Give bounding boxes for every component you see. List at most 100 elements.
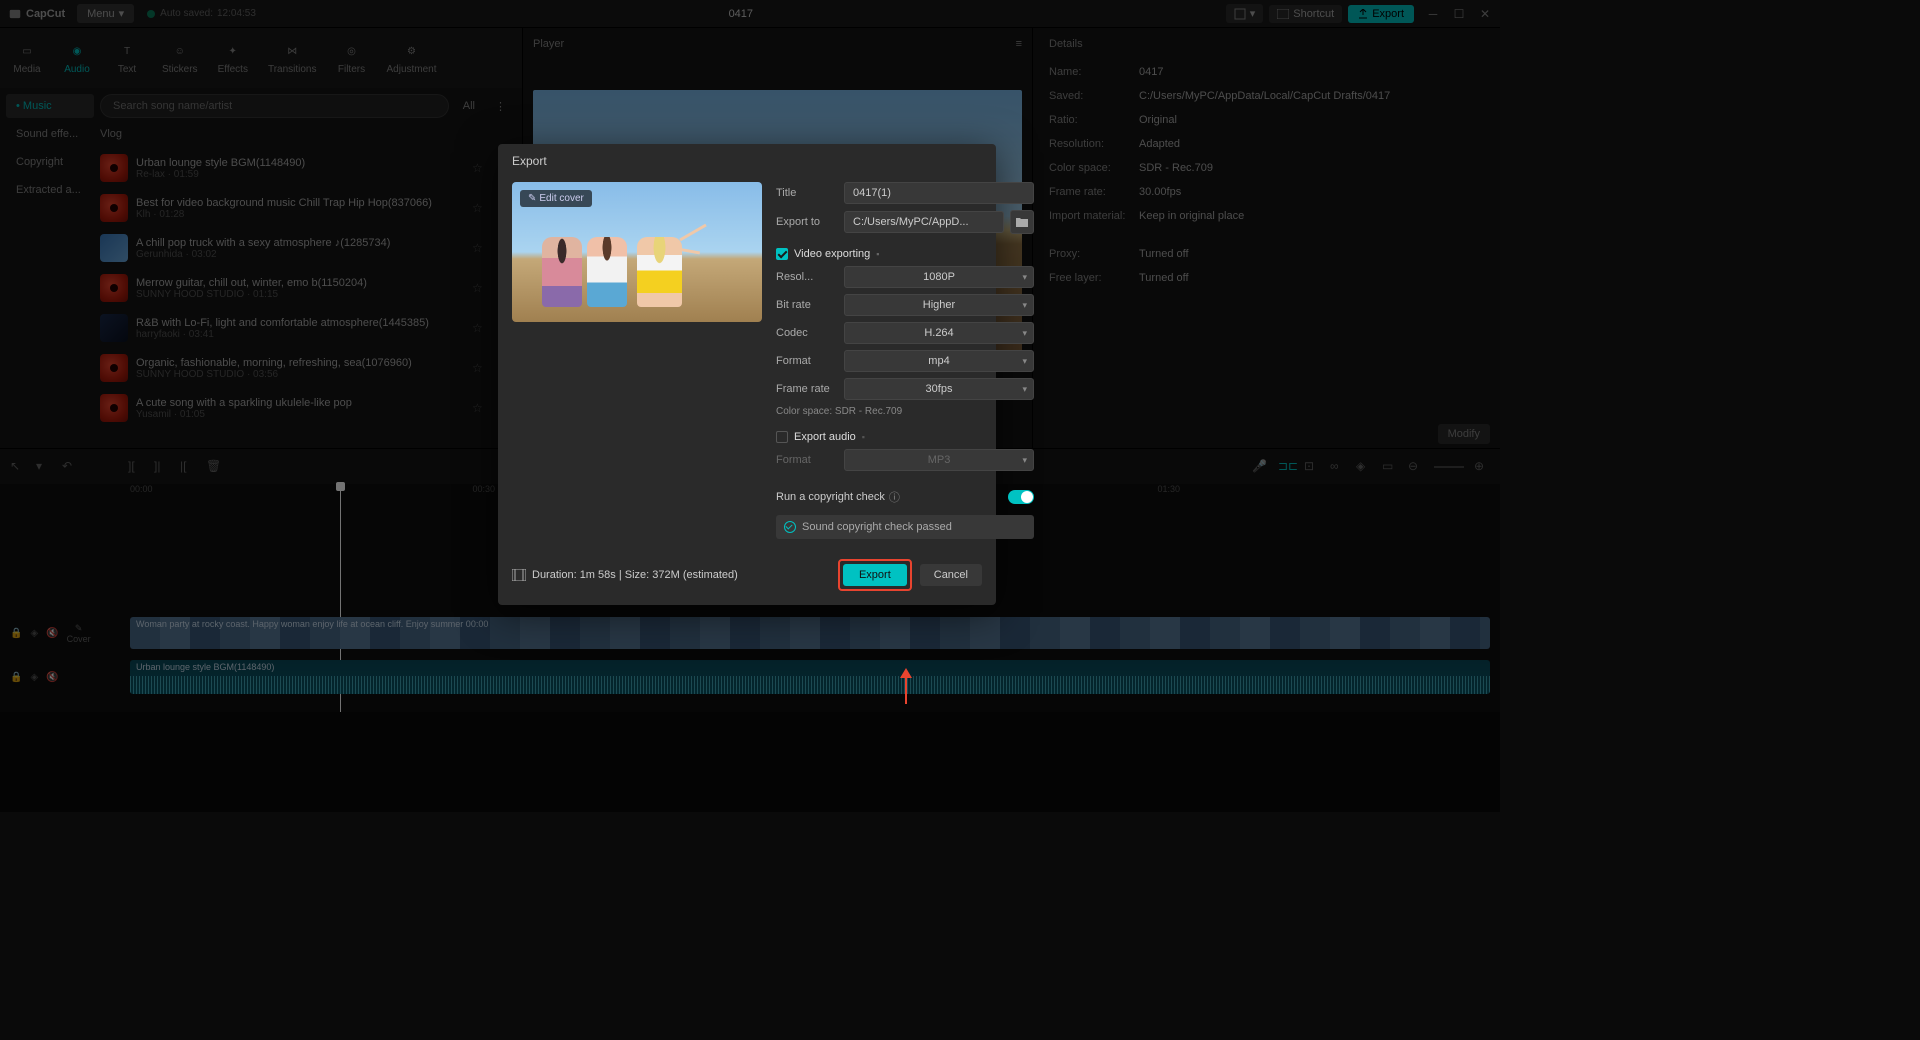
song-item[interactable]: Best for video background music Chill Tr…: [100, 188, 512, 228]
song-item[interactable]: Urban lounge style BGM(1148490)Re-lax · …: [100, 148, 512, 188]
info-icon[interactable]: ⓘ: [889, 489, 900, 505]
dropdown-icon[interactable]: ▾: [36, 459, 52, 475]
title-bar: CapCut Menu ▾ Auto saved: 12:04:53 0417 …: [0, 0, 1500, 28]
app-logo: CapCut: [8, 7, 65, 21]
layout-button[interactable]: ▾: [1226, 4, 1264, 23]
song-title: A cute song with a sparkling ukulele-lik…: [136, 397, 464, 409]
subtab-extracted-audio[interactable]: Extracted a...: [6, 178, 94, 202]
audio-clip[interactable]: Urban lounge style BGM(1148490): [130, 660, 1490, 694]
export-audio-checkbox[interactable]: Export audio▪: [776, 431, 1034, 443]
visible-icon[interactable]: ◈: [30, 628, 38, 639]
chain-icon[interactable]: ∞: [1330, 459, 1346, 475]
delete-icon[interactable]: 🗑: [206, 459, 222, 475]
song-item[interactable]: Organic, fashionable, morning, refreshin…: [100, 348, 512, 388]
favorite-icon[interactable]: ☆: [472, 161, 488, 175]
close-button[interactable]: ✕: [1478, 7, 1492, 21]
modify-button[interactable]: Modify: [1438, 424, 1490, 444]
minimize-button[interactable]: ─: [1426, 7, 1440, 21]
search-input[interactable]: [100, 94, 449, 118]
song-item[interactable]: Merrow guitar, chill out, winter, emo b(…: [100, 268, 512, 308]
mute-icon[interactable]: 🔇: [46, 628, 58, 639]
maximize-button[interactable]: ☐: [1452, 7, 1466, 21]
split-icon[interactable]: ][: [128, 459, 144, 475]
tab-effects[interactable]: ✦Effects: [212, 38, 254, 79]
lock-icon[interactable]: 🔒: [10, 628, 22, 639]
tab-text[interactable]: TText: [106, 38, 148, 79]
magnet-icon[interactable]: ⊐⊏: [1278, 459, 1294, 475]
song-thumbnail: [100, 394, 128, 422]
song-title: A chill pop truck with a sexy atmosphere…: [136, 237, 464, 249]
favorite-icon[interactable]: ☆: [472, 241, 488, 255]
video-clip[interactable]: Woman party at rocky coast. Happy woman …: [130, 617, 1490, 649]
export-to-input[interactable]: [844, 211, 1004, 233]
marker-icon[interactable]: ◈: [1356, 459, 1372, 475]
undo-icon[interactable]: ↶: [62, 459, 78, 475]
video-clip-label: Woman party at rocky coast. Happy woman …: [136, 619, 488, 629]
edit-cover-button[interactable]: ✎Edit cover: [520, 190, 592, 207]
menu-button[interactable]: Menu ▾: [77, 4, 134, 23]
tab-filters[interactable]: ◎Filters: [331, 38, 373, 79]
video-exporting-checkbox[interactable]: Video exporting▪: [776, 248, 1034, 260]
mic-icon[interactable]: 🎤: [1252, 459, 1268, 475]
export-button[interactable]: Export: [843, 564, 907, 586]
trim-left-icon[interactable]: ]|: [154, 459, 170, 475]
details-row: Proxy:Turned off: [1049, 242, 1484, 266]
subtab-music[interactable]: • Music: [6, 94, 94, 118]
framerate-select[interactable]: 30fps: [844, 378, 1034, 400]
media-panel: ▭Media ◉Audio TText ☺Stickers ✦Effects ⋈…: [0, 28, 522, 448]
trim-right-icon[interactable]: |[: [180, 459, 196, 475]
tab-stickers[interactable]: ☺Stickers: [156, 38, 204, 79]
zoom-slider[interactable]: [1434, 466, 1464, 468]
subtab-sound-effects[interactable]: Sound effe...: [6, 122, 94, 146]
preview-icon[interactable]: ▭: [1382, 459, 1398, 475]
favorite-icon[interactable]: ☆: [472, 361, 488, 375]
export-top-button[interactable]: Export: [1348, 5, 1414, 23]
cover-button[interactable]: ✎Cover: [67, 623, 91, 644]
favorite-icon[interactable]: ☆: [472, 401, 488, 415]
link-icon[interactable]: ⊡: [1304, 459, 1320, 475]
resolution-label: Resol...: [776, 271, 838, 283]
format-select[interactable]: mp4: [844, 350, 1034, 372]
details-row: Saved:C:/Users/MyPC/AppData/Local/CapCut…: [1049, 84, 1484, 108]
bitrate-select[interactable]: Higher: [844, 294, 1034, 316]
filter-more-icon[interactable]: ⋮: [489, 100, 512, 113]
audio-icon: ◉: [67, 42, 87, 62]
cancel-button[interactable]: Cancel: [920, 564, 982, 586]
tab-transitions[interactable]: ⋈Transitions: [262, 38, 323, 79]
pointer-tool-icon[interactable]: ↖: [10, 459, 26, 475]
resolution-select[interactable]: 1080P: [844, 266, 1034, 288]
song-item[interactable]: R&B with Lo-Fi, light and comfortable at…: [100, 308, 512, 348]
subtab-copyright[interactable]: Copyright: [6, 150, 94, 174]
zoom-in-icon[interactable]: ⊕: [1474, 459, 1490, 475]
browse-folder-button[interactable]: [1010, 210, 1034, 234]
visible-icon[interactable]: ◈: [30, 672, 38, 683]
song-artist: Gerunhida · 03:02: [136, 249, 464, 260]
song-thumbnail: [100, 234, 128, 262]
export-icon: [1358, 9, 1368, 19]
song-item[interactable]: A cute song with a sparkling ukulele-lik…: [100, 388, 512, 428]
favorite-icon[interactable]: ☆: [472, 321, 488, 335]
tab-adjustment[interactable]: ⚙Adjustment: [381, 38, 443, 79]
favorite-icon[interactable]: ☆: [472, 281, 488, 295]
song-artist: Yusamil · 01:05: [136, 409, 464, 420]
zoom-out-icon[interactable]: ⊖: [1408, 459, 1424, 475]
filter-all[interactable]: All: [457, 100, 481, 112]
waveform: [130, 676, 1490, 694]
song-artist: Klh · 01:28: [136, 209, 464, 220]
player-menu-icon[interactable]: ≡: [1016, 38, 1022, 50]
song-item[interactable]: A chill pop truck with a sexy atmosphere…: [100, 228, 512, 268]
export-to-label: Export to: [776, 216, 838, 228]
codec-select[interactable]: H.264: [844, 322, 1034, 344]
tab-audio[interactable]: ◉Audio: [56, 38, 98, 79]
codec-label: Codec: [776, 327, 838, 339]
title-input[interactable]: [844, 182, 1034, 204]
song-artist: SUNNY HOOD STUDIO · 03:56: [136, 369, 464, 380]
lock-icon[interactable]: 🔒: [10, 672, 22, 683]
details-row: Color space:SDR - Rec.709: [1049, 156, 1484, 180]
favorite-icon[interactable]: ☆: [472, 201, 488, 215]
audio-clip-label: Urban lounge style BGM(1148490): [136, 662, 274, 672]
tab-media[interactable]: ▭Media: [6, 38, 48, 79]
mute-icon[interactable]: 🔇: [46, 672, 58, 683]
copyright-toggle[interactable]: [1008, 490, 1034, 504]
shortcut-button[interactable]: Shortcut: [1269, 5, 1342, 23]
